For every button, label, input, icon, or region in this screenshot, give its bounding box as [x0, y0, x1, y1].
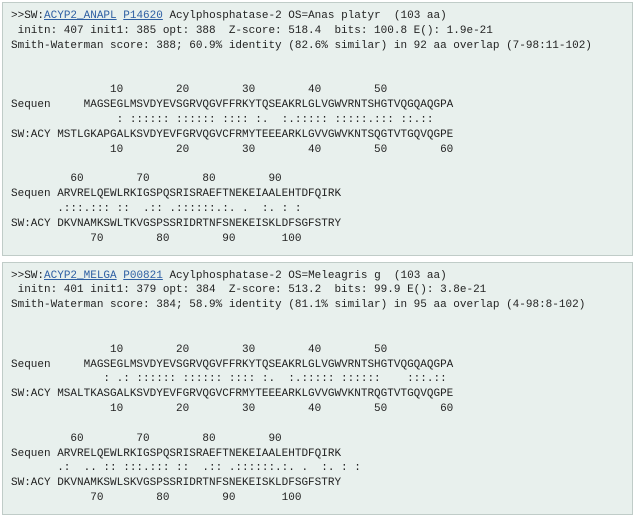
db-id-link[interactable]: ACYP2_MELGA — [44, 270, 117, 282]
ruler-top: 60 70 80 90 — [11, 173, 282, 185]
query-seq: Sequen ARVRELQEWLRKIGSPQSRISRAEFTNEKEIAA… — [11, 448, 341, 460]
sw-prefix: >>SW: — [11, 10, 44, 22]
accession-link[interactable]: P14620 — [123, 10, 163, 22]
ruler-top: 60 70 80 90 — [11, 433, 282, 445]
query-seq: Sequen MAGSEGLMSVDYEVSGRVQGVFFRKYTQSEAKR… — [11, 99, 453, 111]
ruler-bot: 10 20 30 40 50 60 — [11, 403, 453, 415]
match-line: : :::::: :::::: :::: :. :.::::: :::::.::… — [11, 114, 433, 126]
hit-description: Acylphosphatase-2 OS=Meleagris g (103 aa… — [163, 270, 447, 282]
subject-seq: SW:ACY MSALTKASGALKSVDYEVFGRVQGVCFRMYTEE… — [11, 388, 453, 400]
match-line: .: .. :: :::.::: :: .:: .::::::.:. . :. … — [11, 462, 361, 474]
match-line: .:::.::: :: .:: .::::::.:. . :. : : — [11, 203, 301, 215]
subject-seq: SW:ACY DKVNAMKSWLSKVGSPSSRIDRTNFSNEKEISK… — [11, 477, 341, 489]
score-line-2: Smith-Waterman score: 388; 60.9% identit… — [11, 39, 624, 54]
score-line-1: initn: 401 init1: 379 opt: 384 Z-score: … — [11, 283, 624, 298]
sw-prefix: >>SW: — [11, 270, 44, 282]
match-line: : .: :::::: :::::: :::: :. :.::::: :::::… — [11, 373, 447, 385]
ruler-bot: 10 20 30 40 50 60 — [11, 144, 453, 156]
ruler-top: 10 20 30 40 50 — [11, 84, 433, 96]
ruler-bot: 70 80 90 100 — [11, 233, 301, 245]
ruler-bot: 70 80 90 100 — [11, 492, 301, 504]
subject-seq: SW:ACY MSTLGKAPGALKSVDYEVFGRVQGVCFRMYTEE… — [11, 129, 453, 141]
db-id-link[interactable]: ACYP2_ANAPL — [44, 10, 117, 22]
hit-description: Acylphosphatase-2 OS=Anas platyr (103 aa… — [163, 10, 447, 22]
alignment-result-1: >>SW:ACYP2_MELGA P00821 Acylphosphatase-… — [2, 262, 633, 516]
query-seq: Sequen ARVRELQEWLRKIGSPQSRISRAEFTNEKEIAA… — [11, 188, 341, 200]
alignment-result-0: >>SW:ACYP2_ANAPL P14620 Acylphosphatase-… — [2, 2, 633, 256]
score-line-2: Smith-Waterman score: 384; 58.9% identit… — [11, 298, 624, 313]
ruler-top: 10 20 30 40 50 — [11, 344, 433, 356]
score-line-1: initn: 407 init1: 385 opt: 388 Z-score: … — [11, 24, 624, 39]
subject-seq: SW:ACY DKVNAMKSWLTKVGSPSSRIDRTNFSNEKEISK… — [11, 218, 341, 230]
accession-link[interactable]: P00821 — [123, 270, 163, 282]
query-seq: Sequen MAGSEGLMSVDYEVSGRVQGVFFRKYTQSEAKR… — [11, 359, 453, 371]
